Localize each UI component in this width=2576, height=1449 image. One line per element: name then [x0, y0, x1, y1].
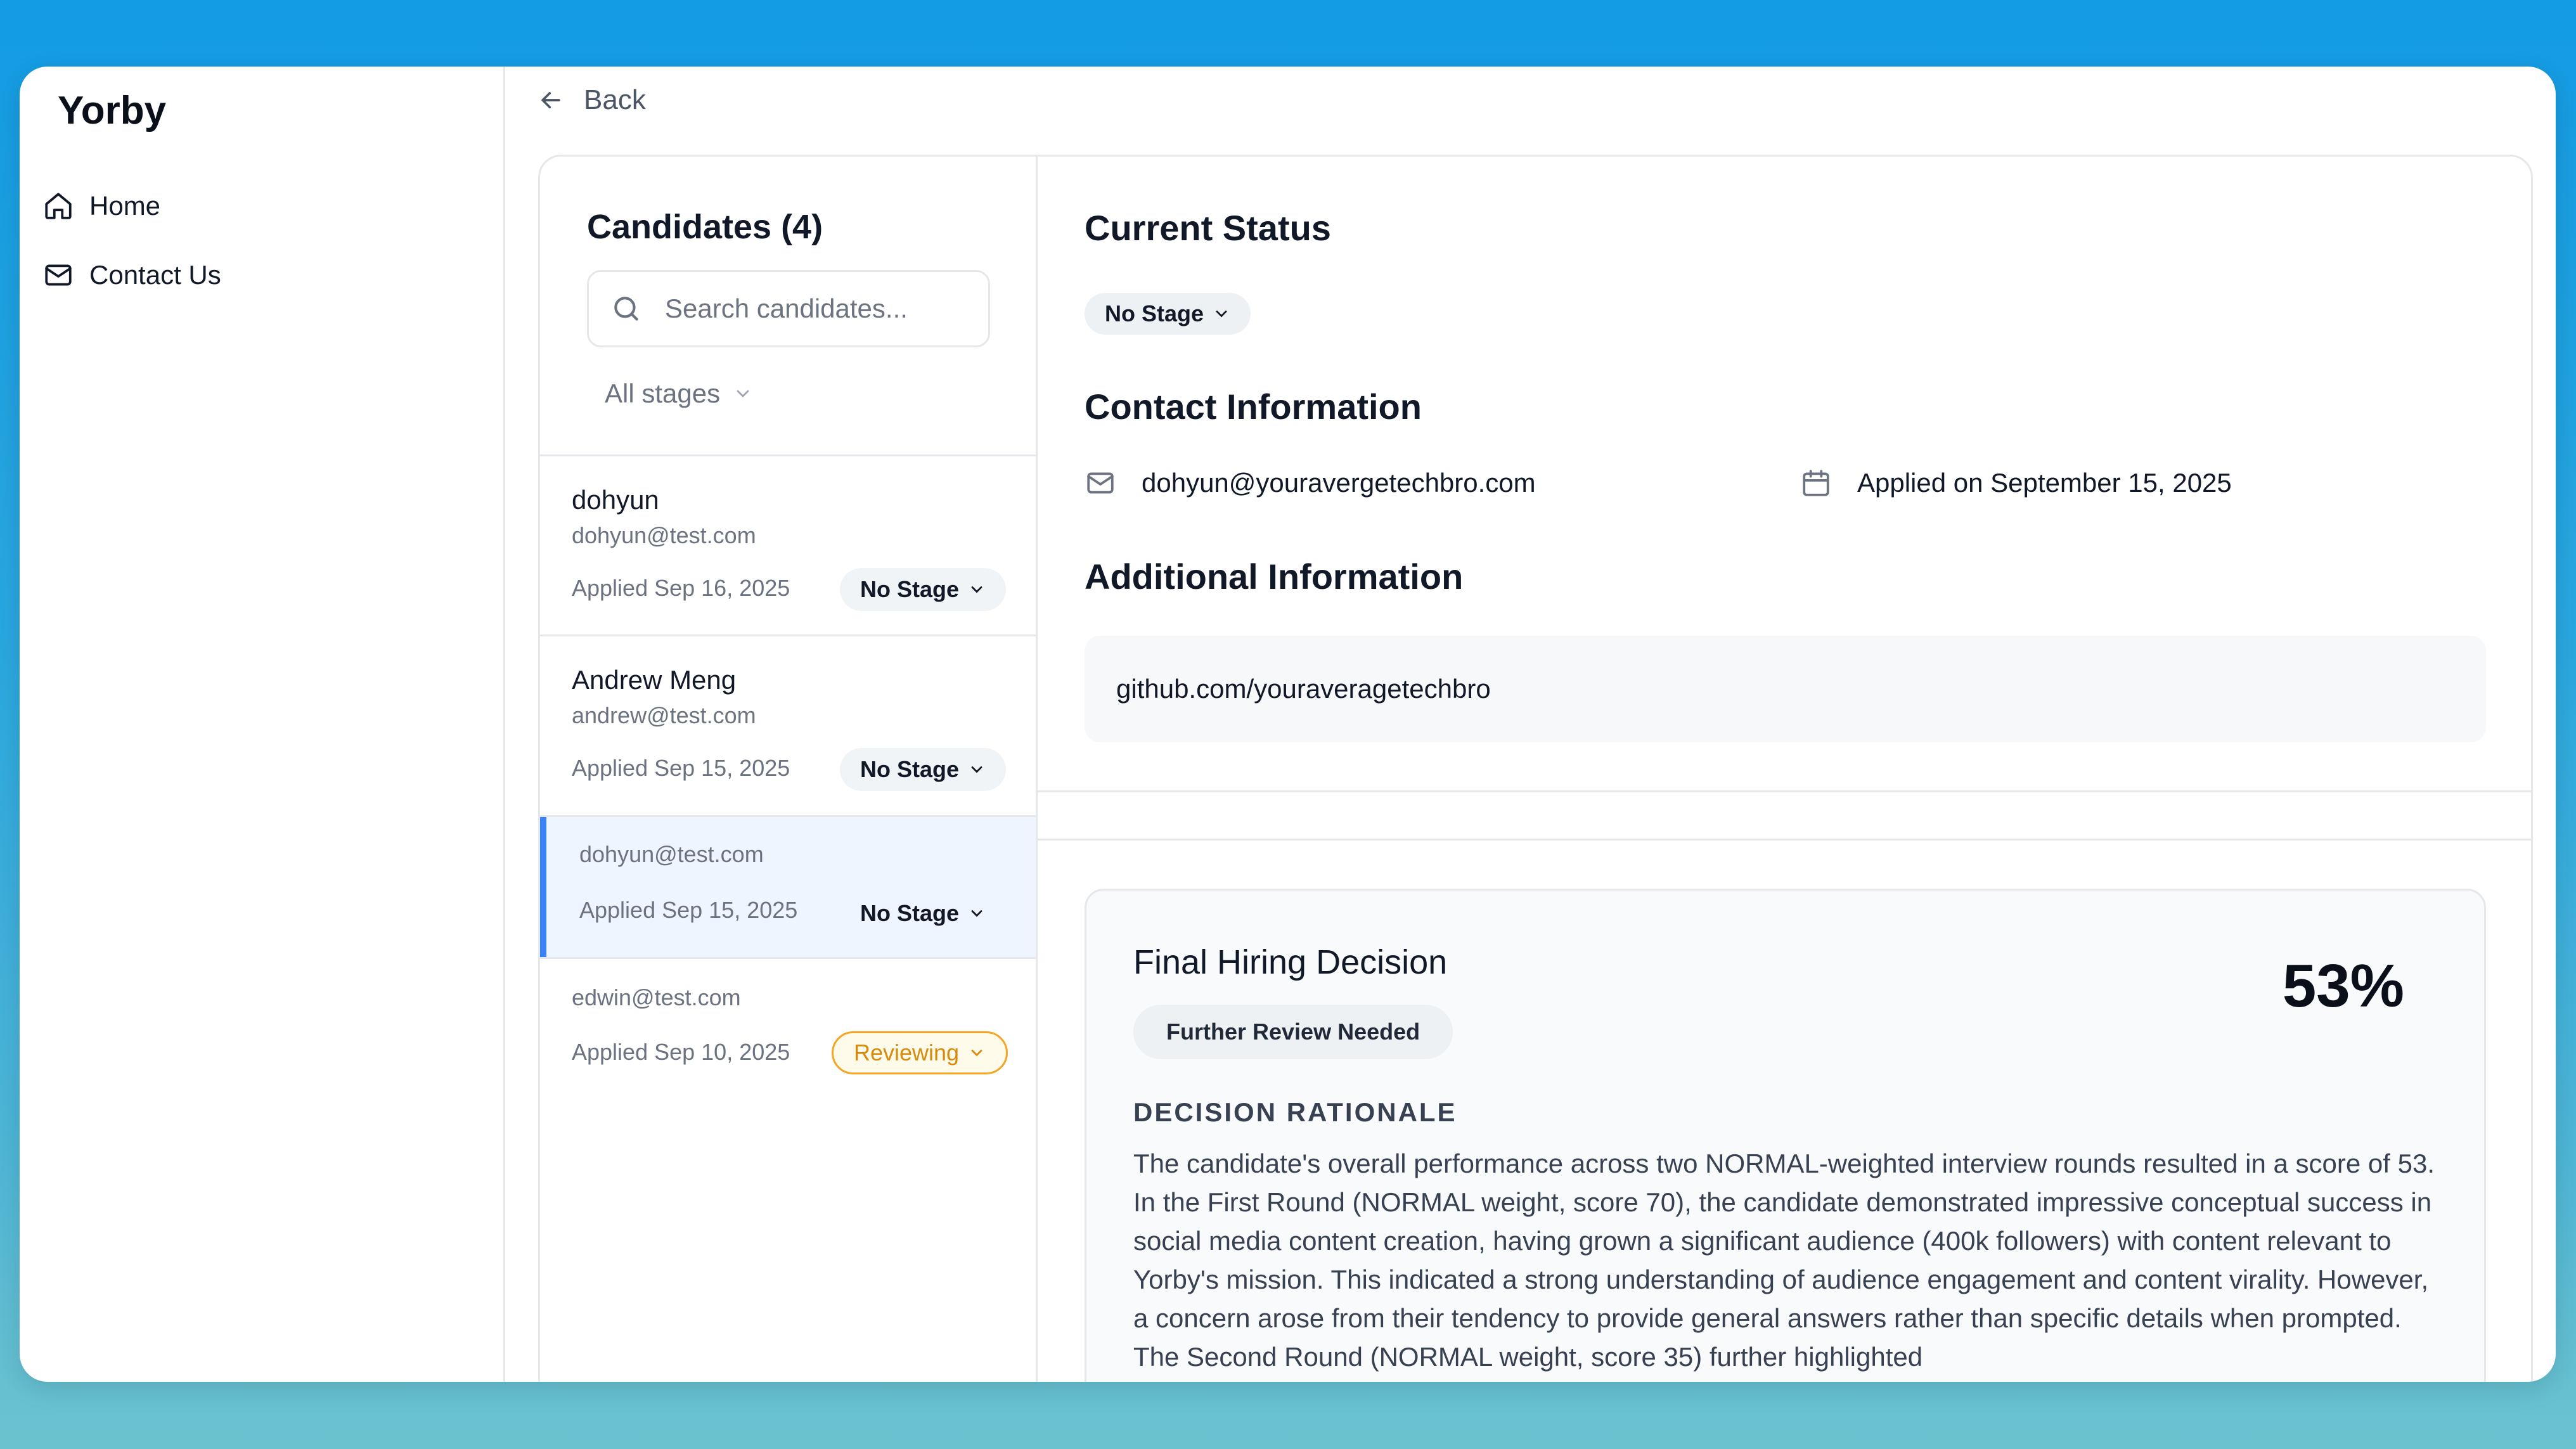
stage-filter-dropdown[interactable]: All stages [605, 378, 753, 409]
current-status-dropdown[interactable]: No Stage [1085, 293, 1251, 335]
stage-badge[interactable]: No Stage [840, 568, 1007, 611]
search-icon [614, 297, 638, 321]
chevron-down-icon [1216, 311, 1227, 318]
additional-info-heading: Additional Information [1085, 557, 1464, 596]
back-label: Back [584, 84, 646, 115]
candidate-detail: Current Status No Stage Contact Informat… [1038, 157, 2531, 1382]
stage-badge-reviewing[interactable]: Reviewing [832, 1031, 1008, 1074]
sidebar-item-label: Home [89, 191, 161, 221]
decision-rationale-heading: DECISION RATIONALE [1133, 1097, 1457, 1127]
candidate-panel: Candidates (4) All stages dohyun dohyun@… [538, 155, 2533, 1382]
contact-email-text: dohyun@youravergetechbro.com [1142, 468, 1536, 498]
selection-indicator [540, 817, 546, 957]
chevron-down-icon [971, 586, 982, 593]
candidate-applied-date: Applied Sep 15, 2025 [572, 755, 790, 781]
app-window: Yorby Home Contact Us Back Candidates (4… [20, 67, 2556, 1382]
decision-rationale-text: The candidate's overall performance acro… [1133, 1149, 2435, 1372]
contact-email[interactable]: dohyun@youravergetechbro.com [1085, 467, 1536, 499]
additional-info-link[interactable]: github.com/youraveragetechbro [1116, 674, 1491, 704]
candidate-row[interactable]: Andrew Meng andrew@test.com Applied Sep … [540, 636, 1036, 817]
chevron-down-icon [737, 390, 749, 397]
candidate-row[interactable]: edwin@test.com Applied Sep 10, 2025 Revi… [540, 959, 1036, 1101]
stage-label: Reviewing [854, 1040, 960, 1066]
candidate-email: dohyun@test.com [572, 522, 756, 548]
sidebar: Yorby Home Contact Us [20, 67, 505, 1382]
candidate-applied-date: Applied Sep 16, 2025 [572, 575, 790, 601]
chevron-down-icon [971, 766, 982, 773]
current-status-heading: Current Status [1085, 208, 1331, 248]
candidate-applied-date: Applied Sep 15, 2025 [579, 897, 798, 923]
applied-date-text: Applied on September 15, 2025 [1857, 468, 2232, 498]
candidate-email: andrew@test.com [572, 702, 756, 728]
stage-label: No Stage [860, 756, 960, 782]
stage-label: No Stage [860, 900, 960, 926]
mail-icon [45, 264, 72, 286]
candidate-list: Candidates (4) All stages dohyun dohyun@… [540, 157, 1038, 1382]
stage-label: No Stage [860, 576, 960, 602]
section-divider [1038, 839, 2531, 840]
search-input[interactable] [665, 293, 963, 324]
chevron-down-icon [971, 1050, 982, 1057]
sidebar-item-label: Contact Us [89, 260, 221, 290]
arrow-left-icon [541, 92, 560, 108]
decision-score: 53% [2282, 952, 2404, 1020]
decision-title: Final Hiring Decision [1133, 943, 1448, 981]
candidate-email: dohyun@test.com [579, 841, 764, 867]
contact-info-heading: Contact Information [1085, 387, 1422, 427]
back-button[interactable]: Back [537, 84, 646, 116]
main-content: Back Candidates (4) All stages [505, 67, 2556, 1382]
stage-badge[interactable]: No Stage [840, 748, 1007, 791]
candidate-email: edwin@test.com [572, 984, 741, 1010]
brand-logo[interactable]: Yorby [58, 88, 166, 133]
stage-badge[interactable]: No Stage [840, 892, 1006, 935]
candidate-name: Andrew Meng [572, 665, 737, 695]
candidate-row-selected[interactable]: dohyun@test.com Applied Sep 15, 2025 No … [540, 817, 1036, 959]
calendar-icon [1803, 470, 1829, 496]
additional-info-box: github.com/youraveragetechbro [1085, 636, 2486, 742]
sidebar-item-contact[interactable]: Contact Us [42, 259, 221, 291]
home-icon [45, 193, 72, 219]
candidate-applied-date: Applied Sep 10, 2025 [572, 1039, 790, 1065]
chevron-down-icon [971, 910, 982, 917]
applied-date: Applied on September 15, 2025 [1800, 467, 2232, 499]
stage-filter-label: All stages [605, 378, 721, 408]
sidebar-item-home[interactable]: Home [42, 190, 160, 222]
candidate-row[interactable]: dohyun dohyun@test.com Applied Sep 16, 2… [540, 456, 1036, 636]
candidate-name: dohyun [572, 485, 659, 515]
section-divider [1038, 790, 2531, 792]
final-decision-card: Final Hiring Decision 53% Further Review… [1085, 889, 2486, 1382]
decision-badge: Further Review Needed [1133, 1005, 1453, 1059]
candidates-title: Candidates (4) [587, 208, 823, 246]
search-box[interactable] [587, 270, 990, 347]
status-label: No Stage [1105, 300, 1204, 326]
mail-icon [1087, 472, 1114, 494]
